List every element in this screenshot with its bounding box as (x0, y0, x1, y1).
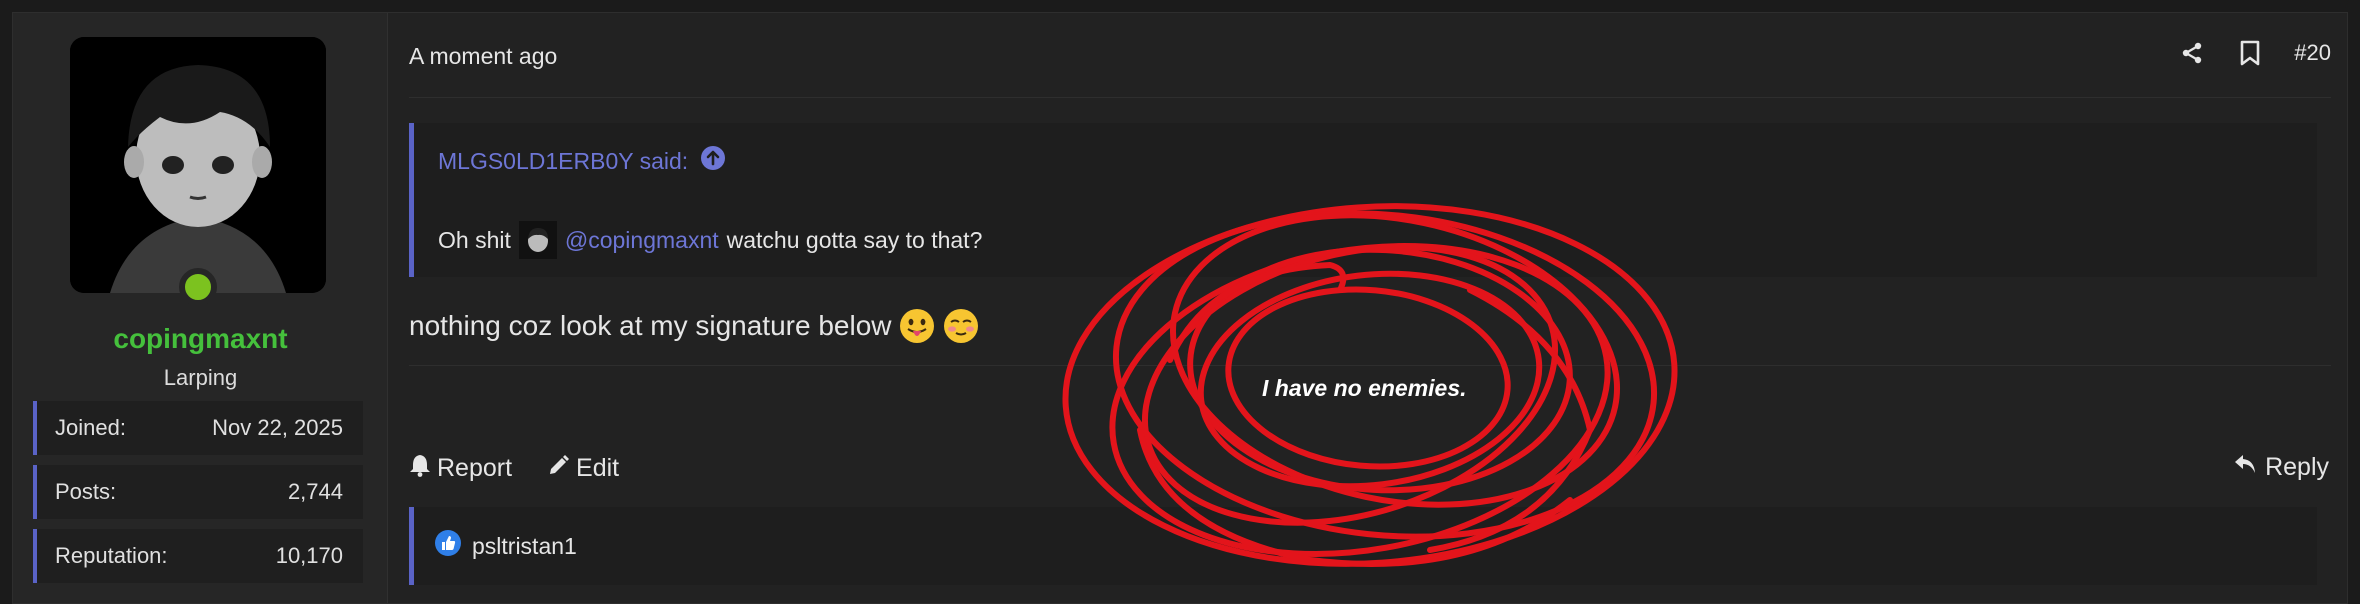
stat-reputation: Reputation: 10,170 (33, 529, 363, 583)
stat-value: 10,170 (275, 543, 343, 568)
post-message: nothing coz look at my signature below (409, 307, 980, 345)
quote-text: Oh shit @copingmaxnt watchu gotta say to… (414, 203, 2317, 277)
bell-icon (409, 453, 431, 484)
mention-avatar[interactable] (518, 221, 557, 259)
stat-label: Reputation: (55, 543, 168, 568)
quote-suffix: watchu gotta say to that? (726, 226, 983, 253)
edit-label: Edit (576, 454, 620, 482)
post-main: A moment ago #20 MLGS0LD1ERB0Y said: Oh … (388, 13, 2347, 603)
post-number[interactable]: #20 (2294, 40, 2331, 66)
post-container: copingmaxnt Larping Joined: Nov 22, 2025… (12, 12, 2348, 604)
arrow-up-circle-icon[interactable] (700, 145, 726, 177)
share-icon[interactable] (2178, 39, 2206, 67)
avatar-image (70, 37, 326, 293)
reaction-user[interactable]: psltristan1 (472, 533, 577, 560)
post-actions: Report Edit (409, 453, 619, 484)
reply-label: Reply (2265, 453, 2329, 481)
quote-author[interactable]: MLGS0LD1ERB0Y said: (438, 148, 688, 175)
pencil-icon (548, 454, 570, 483)
reply-button[interactable]: Reply (2233, 453, 2329, 482)
reply-icon (2233, 453, 2257, 482)
bookmark-icon[interactable] (2236, 39, 2264, 67)
signature-overlay-text: I have no enemies. (1262, 375, 1467, 401)
divider (409, 365, 2331, 366)
stat-posts: Posts: 2,744 (33, 465, 363, 519)
reactions-bar: psltristan1 (409, 507, 2317, 585)
divider (409, 97, 2331, 98)
post-timestamp[interactable]: A moment ago (409, 43, 557, 70)
user-title: Larping (163, 365, 238, 390)
stat-value: 2,744 (287, 479, 343, 504)
stat-joined: Joined: Nov 22, 2025 (33, 401, 363, 455)
stat-value: Nov 22, 2025 (212, 415, 343, 440)
avatar[interactable] (70, 37, 326, 293)
tongue-emoji-icon (898, 307, 936, 345)
edit-button[interactable]: Edit (548, 453, 619, 484)
user-sidebar: copingmaxnt Larping Joined: Nov 22, 2025… (13, 13, 388, 603)
online-status-indicator (179, 268, 217, 306)
thumbs-up-icon[interactable] (434, 529, 462, 563)
stat-label: Posts: (55, 479, 117, 504)
report-button[interactable]: Report (409, 453, 512, 484)
blushing-emoji-icon (942, 307, 980, 345)
quote-prefix: Oh shit (438, 226, 511, 253)
quote-header[interactable]: MLGS0LD1ERB0Y said: (414, 123, 2317, 199)
quote-block: MLGS0LD1ERB0Y said: Oh shit @copingmaxnt… (409, 123, 2317, 277)
report-label: Report (437, 454, 513, 482)
post-top-actions: #20 (2178, 39, 2331, 67)
username[interactable]: copingmaxnt (13, 323, 388, 355)
message-text: nothing coz look at my signature below (409, 310, 892, 341)
user-mention[interactable]: @copingmaxnt (565, 227, 719, 254)
stat-label: Joined: (55, 415, 126, 440)
